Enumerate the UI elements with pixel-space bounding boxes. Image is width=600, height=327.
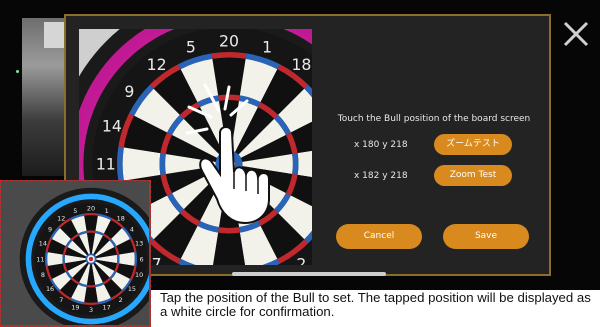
board-number: 1 — [105, 207, 109, 215]
board-number: 14 — [39, 240, 47, 248]
instruction-text: Touch the Bull position of the board scr… — [337, 114, 531, 124]
board-number: 11 — [36, 255, 44, 263]
board-number: 9 — [124, 82, 134, 101]
close-icon[interactable] — [560, 18, 592, 50]
board-number: 18 — [291, 55, 311, 74]
coordinate-readout-2: x 182 y 218 — [354, 171, 408, 181]
board-number: 7 — [59, 296, 63, 304]
board-number: 4 — [130, 226, 134, 234]
board-number: 12 — [147, 55, 167, 74]
background-chip — [44, 22, 66, 48]
board-number: 14 — [102, 117, 122, 136]
board-number: 3 — [89, 306, 93, 314]
cancel-button[interactable]: Cancel — [336, 224, 422, 249]
confirmation-inset: 20 1 18 4 13 6 10 15 2 17 3 19 7 16 8 11 14 9 12 5 — [0, 180, 151, 327]
board-number: 2 — [296, 254, 306, 265]
board-number: 1 — [262, 37, 272, 56]
board-number: 9 — [48, 226, 52, 234]
board-number: 19 — [71, 303, 79, 311]
board-number: 8 — [41, 271, 45, 279]
save-button[interactable]: Save — [443, 224, 529, 249]
board-number: 5 — [73, 207, 77, 215]
coordinate-readout-1: x 180 y 218 — [354, 140, 408, 150]
board-number: 20 — [219, 31, 239, 50]
board-number: 7 — [152, 254, 162, 265]
inset-view: 20 1 18 413 6 10 15 2 17 3 19 7 168 11 149 12 5 — [1, 181, 150, 326]
board-number: 6 — [140, 255, 144, 263]
board-number: 10 — [135, 271, 143, 279]
board-number: 16 — [46, 285, 54, 293]
background-indicator — [16, 70, 19, 73]
board-number: 2 — [119, 296, 123, 304]
board-number: 18 — [117, 214, 125, 222]
board-number: 11 — [96, 155, 116, 174]
board-number: 12 — [57, 214, 65, 222]
caption-text: Tap the position of the Bull to set. The… — [160, 290, 591, 319]
board-number: 13 — [135, 240, 143, 248]
board-number: 17 — [103, 303, 111, 311]
board-number: 20 — [87, 205, 95, 213]
board-number: 5 — [186, 37, 196, 56]
home-indicator — [232, 272, 386, 276]
board-number: 15 — [128, 285, 136, 293]
zoom-test-button-jp[interactable]: ズームテスト — [434, 134, 512, 155]
zoom-test-button[interactable]: Zoom Test — [434, 165, 512, 186]
